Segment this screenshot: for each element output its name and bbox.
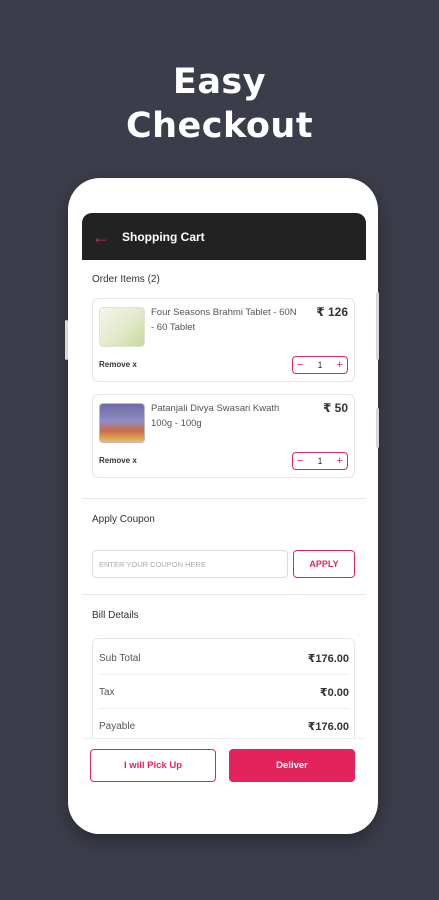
cart-item: Patanjali Divya Swasari Kwath 100g - 100…: [92, 394, 355, 478]
product-name: Four Seasons Brahmi Tablet - 60N - 60 Ta…: [151, 307, 297, 333]
pickup-button[interactable]: I will Pick Up: [90, 749, 216, 782]
headline-line-2: Checkout: [125, 106, 314, 146]
minus-icon[interactable]: −: [297, 455, 303, 467]
headline-line-1: Easy: [172, 62, 267, 102]
coupon-input[interactable]: [92, 550, 288, 578]
cart-screen: Order Items (2) Four Seasons Brahmi Tabl…: [82, 260, 366, 834]
plus-icon[interactable]: +: [337, 359, 343, 371]
checkout-footer: I will Pick Up Deliver: [82, 738, 366, 834]
product-price: ₹ 50: [322, 401, 348, 415]
deliver-button[interactable]: Deliver: [229, 749, 355, 782]
phone-frame: ← Shopping Cart Order Items (2) Four Sea…: [68, 178, 378, 834]
quantity-stepper: − 1 +: [292, 356, 348, 374]
headline: Easy Checkout: [0, 60, 439, 148]
bill-label: Sub Total: [99, 652, 141, 664]
product-price: ₹ 126: [316, 305, 348, 319]
quantity-stepper: − 1 +: [292, 452, 348, 470]
bill-label: Tax: [99, 686, 115, 698]
remove-item-link[interactable]: Remove x: [99, 360, 137, 369]
bill-summary: Sub Total ₹176.00 Tax ₹0.00 Payable ₹176…: [92, 638, 355, 738]
cart-item: Four Seasons Brahmi Tablet - 60N - 60 Ta…: [92, 298, 355, 382]
product-image: [99, 403, 145, 443]
phone-side-button: [65, 320, 68, 360]
page-title: Shopping Cart: [122, 229, 205, 244]
remove-item-link[interactable]: Remove x: [99, 456, 137, 465]
minus-icon[interactable]: −: [297, 359, 303, 371]
product-name: Patanjali Divya Swasari Kwath 100g - 100…: [151, 403, 280, 429]
section-divider: [82, 594, 366, 595]
bill-label: Payable: [99, 720, 136, 732]
bill-value: ₹0.00: [319, 686, 349, 699]
quantity-value: 1: [317, 360, 323, 370]
section-divider: [82, 498, 366, 499]
bill-row-subtotal: Sub Total ₹176.00: [99, 641, 349, 675]
product-image: [99, 307, 145, 347]
apply-coupon-button[interactable]: APPLY: [293, 550, 355, 578]
bill-value: ₹176.00: [307, 720, 349, 733]
coupon-heading: Apply Coupon: [92, 514, 155, 525]
arrow-left-icon[interactable]: ←: [92, 228, 112, 246]
plus-icon[interactable]: +: [337, 455, 343, 467]
phone-side-button: [376, 292, 379, 360]
bill-details-heading: Bill Details: [92, 610, 139, 621]
bill-row-tax: Tax ₹0.00: [99, 675, 349, 709]
quantity-value: 1: [317, 456, 323, 466]
phone-side-button: [376, 408, 379, 448]
order-items-heading: Order Items (2): [92, 274, 160, 285]
app-bar: ← Shopping Cart: [82, 213, 366, 260]
bill-value: ₹176.00: [307, 652, 349, 665]
